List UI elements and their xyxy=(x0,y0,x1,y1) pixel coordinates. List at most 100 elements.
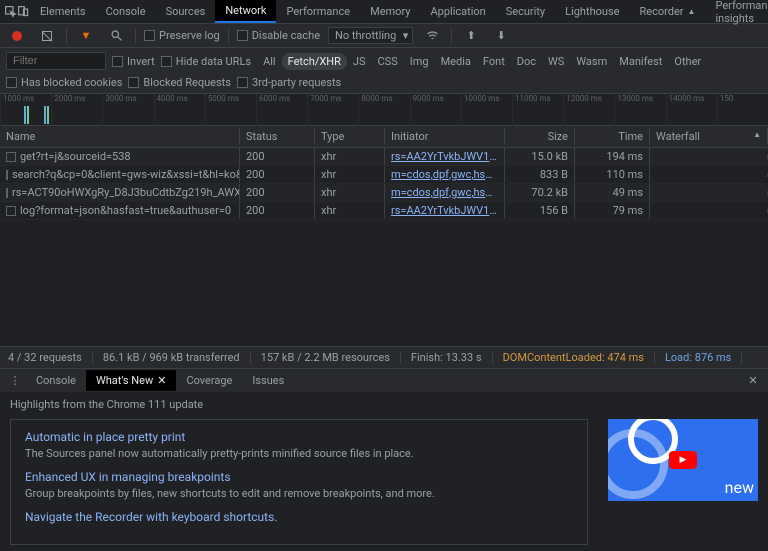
timeline-tick: 14000 ms xyxy=(666,94,717,126)
import-har-icon[interactable]: ⬆ xyxy=(460,25,482,47)
video-label: new xyxy=(725,478,754,497)
resource-type-filters: AllFetch/XHRJSCSSImgMediaFontDocWSWasmMa… xyxy=(257,53,707,70)
timeline-tick: 150 xyxy=(717,94,768,126)
summary-requests: 4 / 32 requests xyxy=(8,351,93,364)
tab-security[interactable]: Security xyxy=(496,1,555,22)
summary-transferred: 86.1 kB / 969 kB transferred xyxy=(103,351,251,364)
divider xyxy=(228,28,229,44)
timeline-tick: 2000 ms xyxy=(51,94,102,126)
news-list: Automatic in place pretty printThe Sourc… xyxy=(10,419,588,545)
table-header: Name Status Type Initiator Size Time Wat… xyxy=(0,126,768,148)
col-name[interactable]: Name xyxy=(0,128,240,145)
tab-console[interactable]: Console xyxy=(96,1,156,22)
status-bar: 4 / 32 requests 86.1 kB / 969 kB transfe… xyxy=(0,346,768,368)
export-har-icon[interactable]: ⬇ xyxy=(490,25,512,47)
table-row[interactable]: log?format=json&hasfast=true&authuser=02… xyxy=(0,202,768,220)
disable-cache-checkbox[interactable]: Disable cache xyxy=(237,29,320,42)
timeline-tick: 12000 ms xyxy=(563,94,614,126)
whats-new-subtitle: Highlights from the Chrome 111 update xyxy=(10,398,758,411)
close-drawer-icon[interactable]: ✕ xyxy=(742,370,764,392)
filter-pill-manifest[interactable]: Manifest xyxy=(613,53,668,70)
close-tab-icon[interactable]: ✕ xyxy=(157,374,166,387)
timeline-tick: 13000 ms xyxy=(614,94,665,126)
filter-pill-ws[interactable]: WS xyxy=(542,53,570,70)
tab-recorder[interactable]: Recorder▲ xyxy=(629,1,705,22)
tab-network[interactable]: Network xyxy=(215,0,276,23)
invert-checkbox[interactable]: Invert xyxy=(112,55,155,68)
table-row[interactable]: search?q&cp=0&client=gws-wiz&xssi=t&hl=k… xyxy=(0,166,768,184)
network-toolbar: ▼ Preserve log Disable cache No throttli… xyxy=(0,24,768,48)
filter-pill-img[interactable]: Img xyxy=(404,53,435,70)
divider xyxy=(135,28,136,44)
preserve-log-checkbox[interactable]: Preserve log xyxy=(144,29,220,42)
drawer-tab-bar: ⋮ Console What's New✕ Coverage Issues ✕ xyxy=(0,368,768,392)
timeline-tick: 7000 ms xyxy=(307,94,358,126)
news-item[interactable]: Enhanced UX in managing breakpointsGroup… xyxy=(25,470,573,500)
third-party-checkbox[interactable]: 3rd-party requests xyxy=(237,76,341,89)
col-time[interactable]: Time xyxy=(575,128,650,145)
timeline-tick: 3000 ms xyxy=(102,94,153,126)
filter-pill-doc[interactable]: Doc xyxy=(511,53,542,70)
summary-domcontentloaded: DOMContentLoaded: 474 ms xyxy=(503,351,655,364)
filter-input[interactable] xyxy=(6,52,106,70)
filter-pill-all[interactable]: All xyxy=(257,53,282,70)
divider xyxy=(451,28,452,44)
tab-performance-insights[interactable]: Performance insights▲ xyxy=(705,0,768,29)
wifi-icon[interactable] xyxy=(421,25,443,47)
drawer-tab-coverage[interactable]: Coverage xyxy=(176,370,242,391)
youtube-play-icon xyxy=(669,451,697,469)
news-item[interactable]: Automatic in place pretty printThe Sourc… xyxy=(25,430,573,460)
filter-pill-font[interactable]: Font xyxy=(477,53,511,70)
summary-finish: Finish: 13.33 s xyxy=(411,351,493,364)
sort-arrow-icon: ▲ xyxy=(753,130,761,143)
tab-memory[interactable]: Memory xyxy=(360,1,420,22)
main-tab-bar: Elements Console Sources Network Perform… xyxy=(0,0,768,24)
filter-pill-fetchxhr[interactable]: Fetch/XHR xyxy=(282,53,347,70)
filter-pill-css[interactable]: CSS xyxy=(372,53,404,70)
col-type[interactable]: Type xyxy=(315,128,385,145)
drawer-kebab-icon[interactable]: ⋮ xyxy=(4,370,26,392)
col-size[interactable]: Size xyxy=(505,128,575,145)
table-row[interactable]: rs=ACT90oHWXgRy_D8J3buCdtbZg219h_AWXA200… xyxy=(0,184,768,202)
summary-resources: 157 kB / 2.2 MB resources xyxy=(261,351,401,364)
request-table: Name Status Type Initiator Size Time Wat… xyxy=(0,126,768,346)
tab-elements[interactable]: Elements xyxy=(30,1,96,22)
tab-performance[interactable]: Performance xyxy=(276,1,360,22)
filter-toggle-icon[interactable]: ▼ xyxy=(75,25,97,47)
throttling-dropdown[interactable]: No throttling xyxy=(328,27,413,44)
timeline-tick: 11000 ms xyxy=(512,94,563,126)
divider xyxy=(66,28,67,44)
col-waterfall[interactable]: Waterfall▲ xyxy=(650,128,768,145)
timeline-tick: 8000 ms xyxy=(358,94,409,126)
filter-bar: Invert Hide data URLs AllFetch/XHRJSCSSI… xyxy=(0,48,768,94)
video-thumbnail[interactable]: new xyxy=(608,419,758,501)
filter-pill-media[interactable]: Media xyxy=(435,53,477,70)
table-row[interactable]: get?rt=j&sourceid=538200xhrrs=AA2YrTvkbJ… xyxy=(0,148,768,166)
filter-pill-other[interactable]: Other xyxy=(668,53,707,70)
drawer-tab-console[interactable]: Console xyxy=(26,370,86,391)
blocked-cookies-checkbox[interactable]: Has blocked cookies xyxy=(6,76,122,89)
timeline-tick: 10000 ms xyxy=(461,94,512,126)
news-item[interactable]: Navigate the Recorder with keyboard shor… xyxy=(25,510,573,524)
summary-load: Load: 876 ms xyxy=(665,351,742,364)
drawer-tab-whats-new[interactable]: What's New✕ xyxy=(86,370,176,391)
blocked-requests-checkbox[interactable]: Blocked Requests xyxy=(128,76,231,89)
col-status[interactable]: Status xyxy=(240,128,315,145)
drawer-tab-issues[interactable]: Issues xyxy=(242,370,294,391)
tab-application[interactable]: Application xyxy=(420,1,495,22)
device-toggle-icon[interactable] xyxy=(17,1,30,23)
hide-data-urls-checkbox[interactable]: Hide data URLs xyxy=(161,55,251,68)
clear-icon[interactable] xyxy=(36,25,58,47)
record-icon[interactable] xyxy=(6,25,28,47)
tab-sources[interactable]: Sources xyxy=(156,1,216,22)
whats-new-panel: Highlights from the Chrome 111 update Au… xyxy=(0,392,768,551)
search-icon[interactable] xyxy=(105,25,127,47)
timeline-overview[interactable]: 1000 ms2000 ms3000 ms4000 ms5000 ms6000 … xyxy=(0,94,768,126)
timeline-tick: 5000 ms xyxy=(205,94,256,126)
filter-pill-js[interactable]: JS xyxy=(347,53,372,70)
timeline-tick: 4000 ms xyxy=(154,94,205,126)
tab-lighthouse[interactable]: Lighthouse xyxy=(555,1,629,22)
filter-pill-wasm[interactable]: Wasm xyxy=(570,53,613,70)
col-initiator[interactable]: Initiator xyxy=(385,128,505,145)
inspect-icon[interactable] xyxy=(4,1,17,23)
